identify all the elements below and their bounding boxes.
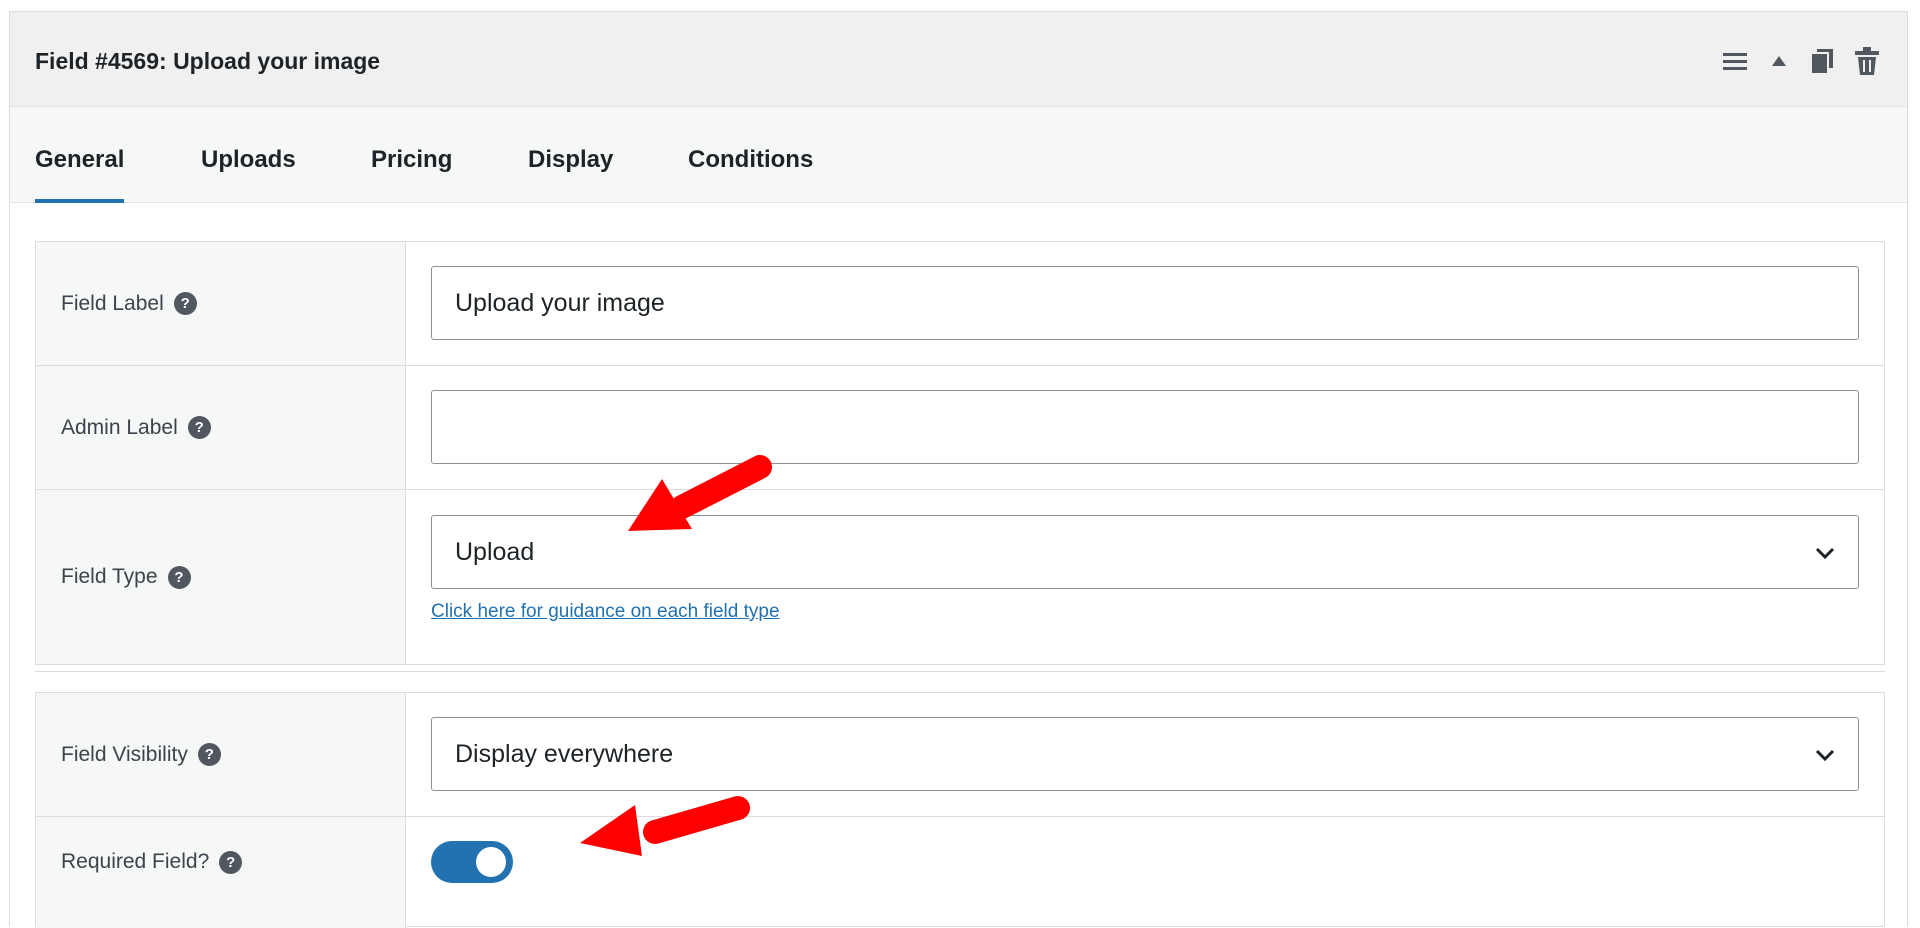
copy-icon[interactable] (1808, 46, 1838, 76)
help-icon[interactable]: ? (219, 850, 243, 874)
panel-title: Field #4569: Upload your image (35, 48, 381, 74)
tab-pricing[interactable]: Pricing (371, 107, 452, 203)
tab-bar: General Uploads Pricing Display Conditio… (10, 107, 1907, 203)
help-icon[interactable]: ? (187, 416, 211, 439)
tab-display[interactable]: Display (528, 107, 613, 203)
hamburger-icon[interactable] (1720, 46, 1750, 76)
triangle-up-icon[interactable] (1764, 46, 1794, 76)
admin-label-input[interactable] (431, 390, 1859, 464)
required-field-label: Required Field? (61, 850, 210, 873)
chevron-down-icon (1814, 542, 1836, 564)
admin-label-row: Admin Label ? (36, 366, 1884, 490)
field-type-label: Field Type (61, 565, 158, 588)
field-label-row: Field Label ? Upload your image (36, 242, 1884, 366)
field-label-input[interactable]: Upload your image (431, 266, 1859, 340)
chevron-down-icon (1814, 744, 1836, 766)
tab-conditions[interactable]: Conditions (688, 107, 813, 203)
field-visibility-row: Field Visibility ? Display everywhere (36, 693, 1884, 817)
field-editor-panel: Field #4569: Upload your image General U… (9, 11, 1908, 928)
visibility-settings-table: Field Visibility ? Display everywhere Re… (35, 692, 1885, 928)
field-visibility-select[interactable]: Display everywhere (431, 717, 1859, 791)
field-type-select[interactable]: Upload (431, 515, 1859, 589)
field-visibility-label: Field Visibility (61, 742, 188, 766)
trash-icon[interactable] (1852, 46, 1882, 76)
tab-uploads[interactable]: Uploads (201, 107, 296, 203)
section-divider (35, 671, 1885, 672)
panel-header: Field #4569: Upload your image (10, 12, 1907, 107)
help-icon[interactable]: ? (173, 292, 197, 315)
field-type-guidance-link[interactable]: Click here for guidance on each field ty… (431, 601, 780, 623)
tab-general[interactable]: General (35, 107, 125, 203)
field-label-label: Field Label (61, 291, 164, 315)
admin-label-label: Admin Label (61, 415, 178, 439)
field-type-row: Field Type ? Upload Click here for guida… (36, 490, 1884, 664)
toggle-knob (476, 847, 506, 877)
required-field-toggle[interactable] (431, 841, 513, 883)
field-visibility-selected: Display everywhere (455, 740, 674, 768)
required-field-row: Required Field? ? (36, 817, 1884, 928)
help-icon[interactable]: ? (197, 743, 221, 766)
field-type-selected: Upload (455, 538, 535, 566)
header-actions (1706, 46, 1882, 76)
help-icon[interactable]: ? (167, 565, 191, 589)
general-settings-table: Field Label ? Upload your image Admin La… (35, 241, 1885, 665)
